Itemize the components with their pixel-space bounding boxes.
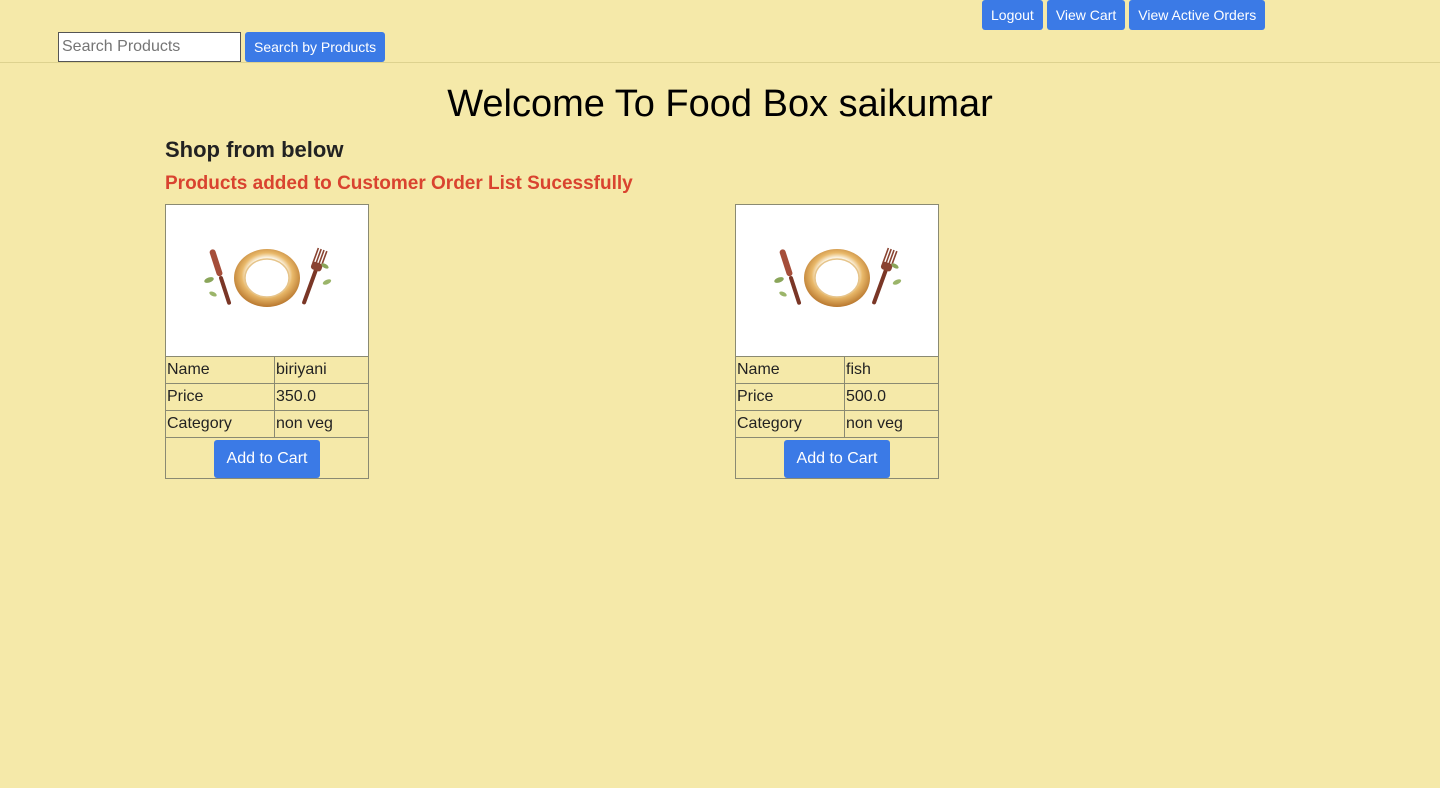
name-label: Name bbox=[165, 356, 275, 384]
product-name: fish bbox=[844, 356, 939, 384]
page-title: Welcome To Food Box saikumar bbox=[447, 83, 993, 125]
view-active-orders-button[interactable]: View Active Orders bbox=[1129, 0, 1266, 30]
product-category: non veg bbox=[274, 410, 369, 438]
category-label: Category bbox=[735, 410, 845, 438]
search-input[interactable] bbox=[58, 32, 241, 62]
product-price: 500.0 bbox=[844, 383, 939, 411]
product-price: 350.0 bbox=[274, 383, 369, 411]
price-label: Price bbox=[165, 383, 275, 411]
price-label: Price bbox=[735, 383, 845, 411]
product-card: Name biriyani Price 350.0 Category non v… bbox=[165, 204, 369, 479]
status-message: Products added to Customer Order List Su… bbox=[165, 173, 633, 194]
header-divider bbox=[0, 62, 1440, 63]
product-image bbox=[735, 204, 939, 357]
logout-button[interactable]: Logout bbox=[982, 0, 1043, 30]
product-card: Name fish Price 500.0 Category non veg A… bbox=[735, 204, 939, 479]
product-name: biriyani bbox=[274, 356, 369, 384]
search-bar: Search by Products bbox=[58, 32, 386, 62]
name-label: Name bbox=[735, 356, 845, 384]
page-subtitle: Shop from below bbox=[165, 137, 344, 162]
search-button[interactable]: Search by Products bbox=[245, 32, 386, 62]
category-label: Category bbox=[165, 410, 275, 438]
product-category: non veg bbox=[844, 410, 939, 438]
product-image bbox=[165, 204, 369, 357]
view-cart-button[interactable]: View Cart bbox=[1046, 0, 1126, 30]
add-to-cart-cell: Add to Cart bbox=[735, 437, 939, 479]
add-to-cart-button[interactable]: Add to Cart bbox=[783, 439, 891, 478]
top-nav: Logout View Cart View Active Orders bbox=[982, 0, 1266, 30]
plate-fork-knife-icon bbox=[204, 247, 332, 307]
add-to-cart-cell: Add to Cart bbox=[165, 437, 369, 479]
plate-fork-knife-icon bbox=[774, 247, 902, 307]
add-to-cart-button[interactable]: Add to Cart bbox=[213, 439, 321, 478]
